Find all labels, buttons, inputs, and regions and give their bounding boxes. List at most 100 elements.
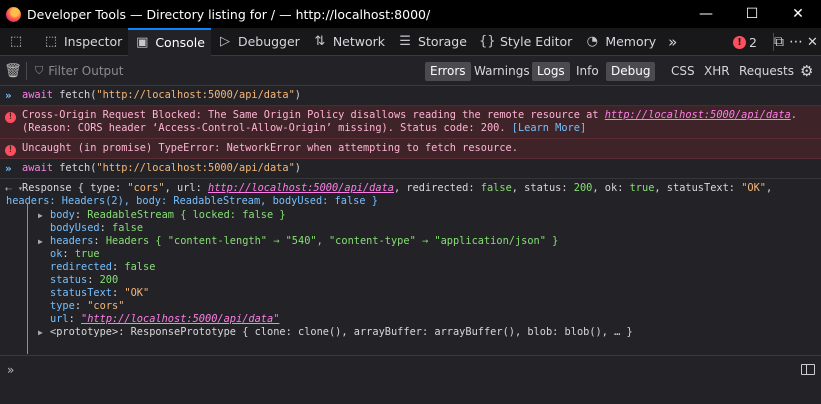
filter-errors-button[interactable]: Errors <box>425 62 471 81</box>
result-text: , redirected: <box>393 182 481 194</box>
tab-label: Console <box>155 35 205 50</box>
minimize-button[interactable]: — <box>683 0 729 28</box>
filter-debug-button[interactable]: Debug <box>606 62 656 81</box>
property-value: "cors" <box>87 300 125 312</box>
result-text: , ok: <box>592 182 630 194</box>
code-keyword: await <box>22 162 53 174</box>
console-settings-gear-icon[interactable]: ⚙ <box>800 62 813 80</box>
property-value: ResponsePrototype { clone: clone(), arra… <box>130 326 633 338</box>
input-chevron-icon: » <box>5 162 12 175</box>
expand-twisty-icon[interactable]: ▶ <box>38 209 43 222</box>
result-property-row[interactable]: ▶ <prototype>: ResponsePrototype { clone:… <box>0 326 821 339</box>
maximize-button[interactable]: ☐ <box>729 0 775 28</box>
property-key: bodyUsed <box>50 222 100 234</box>
tab-inspector[interactable]: ⬚ Inspector <box>37 28 128 56</box>
error-icon: ! <box>5 142 19 156</box>
error-message: Uncaught (in promise) TypeError: Network… <box>22 142 518 154</box>
toolbox-menu-button[interactable]: ⋯ <box>789 28 803 56</box>
console-input-row: » await fetch("http://localhost:5000/api… <box>0 159 821 179</box>
expand-twisty-icon[interactable]: ▾ <box>18 182 23 195</box>
console-error-row: ! Uncaught (in promise) TypeError: Netwo… <box>0 139 821 159</box>
tab-network[interactable]: ⇅ Network <box>306 28 391 56</box>
element-picker-button[interactable]: ⬚ <box>0 28 37 56</box>
prompt-chevron-icon: » <box>7 363 14 377</box>
result-property-row: redirected: false <box>50 261 156 273</box>
storage-icon: ☰ <box>399 34 411 49</box>
result-value: false <box>480 182 512 194</box>
property-value: ReadableStream { locked: false } <box>87 209 286 221</box>
result-url-link[interactable]: http://localhost:5000/api/data <box>208 182 394 194</box>
learn-more-link[interactable]: [Learn More] <box>512 122 586 134</box>
editor-mode-toggle-icon[interactable] <box>801 364 815 375</box>
close-icon: ✕ <box>807 34 818 50</box>
filter-css-button[interactable]: CSS <box>666 62 700 81</box>
tab-style-editor[interactable]: {} Style Editor <box>473 28 578 56</box>
code-function: fetch <box>59 89 91 101</box>
expand-twisty-icon[interactable]: ▶ <box>38 326 43 339</box>
tab-label: Network <box>332 34 386 49</box>
filter-info-button[interactable]: Info <box>571 62 604 81</box>
dock-options-button[interactable]: ⧉ <box>774 28 784 56</box>
filter-logs-button[interactable]: Logs <box>532 62 570 81</box>
property-value: 200 <box>99 274 119 286</box>
toolbox-close-button[interactable]: ✕ <box>807 28 818 56</box>
window-title: Developer Tools — Directory listing for … <box>27 6 431 22</box>
result-text: , <box>766 182 773 194</box>
property-key: redirected <box>50 261 112 273</box>
tab-console[interactable]: ▣ Console <box>128 27 211 56</box>
error-message-end: . <box>790 109 797 121</box>
input-chevron-icon: » <box>5 89 12 102</box>
tab-memory[interactable]: ◔ Memory <box>578 28 662 56</box>
property-key: statusText <box>50 287 112 299</box>
toolbox-tabbar: ⬚ ⬚ Inspector ▣ Console ▷ Debugger ⇅ Net… <box>0 27 821 56</box>
result-text: Response { type: <box>22 182 128 194</box>
filter-warnings-button[interactable]: Warnings <box>469 62 535 81</box>
filter-xhr-button[interactable]: XHR <box>699 62 735 81</box>
result-properties-tree: ▶ body: ReadableStream { locked: false } b… <box>0 208 821 339</box>
tab-label: Memory <box>605 34 657 49</box>
expand-twisty-icon[interactable]: ▶ <box>38 235 43 248</box>
filter-placeholder: Filter Output <box>48 64 124 78</box>
tab-label: Style Editor <box>499 34 573 49</box>
console-input-row: » await fetch("http://localhost:5000/api… <box>0 86 821 106</box>
filter-requests-button[interactable]: Requests <box>734 62 799 81</box>
error-reason: (Reason: CORS header ‘Access-Control-All… <box>22 122 512 134</box>
error-count-badge[interactable]: ! 2 <box>733 28 757 56</box>
result-property-row: type: "cors" <box>50 300 125 312</box>
debugger-icon: ▷ <box>219 34 230 49</box>
console-input-prompt[interactable]: » <box>0 355 821 385</box>
error-icon: ! <box>5 109 19 123</box>
result-value: true <box>629 182 655 194</box>
property-value: "OK" <box>124 287 150 299</box>
result-arrow-icon: ⇠ <box>5 182 12 195</box>
result-property-row[interactable]: ▶ body: ReadableStream { locked: false } <box>0 209 821 222</box>
error-url-link[interactable]: http://localhost:5000/api/data <box>605 109 791 121</box>
filter-output-input[interactable]: ⛉ Filter Output <box>35 64 123 78</box>
property-key: status <box>50 274 88 286</box>
result-property-row: statusText: "OK" <box>50 287 150 299</box>
memory-icon: ◔ <box>586 34 598 49</box>
property-key: <prototype> <box>50 326 119 338</box>
more-tools-button[interactable]: » <box>662 28 683 56</box>
property-key: type <box>50 300 75 312</box>
result-value: 200 <box>573 182 593 194</box>
property-key: url <box>50 313 69 325</box>
clear-console-trash-icon[interactable]: 🗑 <box>0 63 26 79</box>
result-value: "cors" <box>127 182 165 194</box>
result-text: , url: <box>164 182 208 194</box>
result-property-row[interactable]: ▶ headers: Headers { "content-length" → "… <box>0 235 821 248</box>
result-text: , statusText: <box>654 182 742 194</box>
property-value: false <box>112 222 144 234</box>
error-count: 2 <box>749 34 757 50</box>
tree-guide-line <box>27 204 28 354</box>
tab-storage[interactable]: ☰ Storage <box>391 28 473 56</box>
property-value[interactable]: "http://localhost:5000/api/data" <box>81 313 279 325</box>
chevron-double-right-icon: » <box>668 32 678 51</box>
close-button[interactable]: ✕ <box>775 0 821 28</box>
firefox-logo-icon <box>6 6 21 22</box>
tab-label: Storage <box>418 34 467 49</box>
result-property-row: ok: true <box>50 248 100 260</box>
meatball-menu-icon: ⋯ <box>789 34 803 50</box>
result-property-row: url: "http://localhost:5000/api/data" <box>50 313 280 325</box>
tab-debugger[interactable]: ▷ Debugger <box>211 28 306 56</box>
